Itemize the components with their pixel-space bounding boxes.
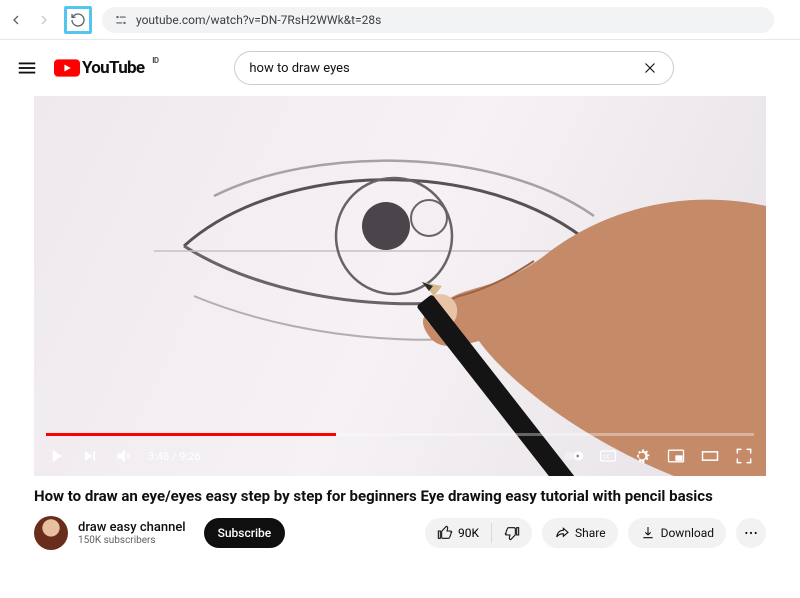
address-bar[interactable]: youtube.com/watch?v=DN-7RsH2WWk&t=28s xyxy=(102,7,774,33)
channel-avatar[interactable] xyxy=(34,516,68,550)
youtube-header: YouTubeID xyxy=(0,40,800,96)
thumbs-up-icon xyxy=(437,525,453,541)
url-text: youtube.com/watch?v=DN-7RsH2WWk&t=28s xyxy=(136,13,762,27)
volume-icon[interactable] xyxy=(114,446,134,466)
channel-name: draw easy channel xyxy=(78,520,186,535)
channel-subscribers: 150K subscribers xyxy=(78,535,186,546)
video-player[interactable]: 3:48 / 9:26 CC xyxy=(34,96,766,476)
settings-icon[interactable] xyxy=(632,446,652,466)
youtube-logo[interactable]: YouTubeID xyxy=(54,58,144,78)
thumbs-down-icon xyxy=(504,525,520,541)
channel-info[interactable]: draw easy channel 150K subscribers xyxy=(78,520,186,546)
video-meta: How to draw an eye/eyes easy step by ste… xyxy=(0,476,800,550)
like-count: 90K xyxy=(458,526,479,540)
player-controls: 3:48 / 9:26 CC xyxy=(34,433,766,476)
youtube-play-icon xyxy=(54,59,80,77)
more-icon xyxy=(743,525,759,541)
video-player-container: 3:48 / 9:26 CC xyxy=(0,96,800,476)
svg-text:CC: CC xyxy=(603,455,611,461)
browser-toolbar: youtube.com/watch?v=DN-7RsH2WWk&t=28s xyxy=(0,0,800,40)
miniplayer-icon[interactable] xyxy=(666,446,686,466)
reload-icon[interactable] xyxy=(64,6,92,34)
hamburger-icon[interactable] xyxy=(16,57,38,79)
video-surface xyxy=(34,96,766,476)
dislike-button[interactable] xyxy=(492,518,532,548)
subscribe-button[interactable]: Subscribe xyxy=(204,518,286,548)
youtube-wordmark: YouTubeID xyxy=(82,58,144,78)
next-icon[interactable] xyxy=(80,446,100,466)
theater-icon[interactable] xyxy=(700,446,720,466)
more-actions-button[interactable] xyxy=(736,518,766,548)
video-title: How to draw an eye/eyes easy step by ste… xyxy=(34,486,766,506)
share-icon xyxy=(554,525,570,541)
progress-fill xyxy=(46,433,336,436)
download-button[interactable]: Download xyxy=(628,518,726,548)
site-settings-icon[interactable] xyxy=(114,13,128,27)
download-label: Download xyxy=(661,526,714,540)
share-button[interactable]: Share xyxy=(542,518,618,548)
fullscreen-icon[interactable] xyxy=(734,446,754,466)
search-box[interactable] xyxy=(234,51,674,85)
search-input[interactable] xyxy=(249,61,641,76)
share-label: Share xyxy=(575,526,606,540)
browser-nav xyxy=(8,6,92,34)
time-display: 3:48 / 9:26 xyxy=(148,450,200,463)
back-icon[interactable] xyxy=(8,12,24,28)
download-icon xyxy=(640,525,656,541)
progress-bar[interactable] xyxy=(46,433,754,436)
like-button[interactable]: 90K xyxy=(425,518,491,548)
like-dislike-group: 90K xyxy=(425,518,532,548)
autoplay-toggle-icon[interactable] xyxy=(564,446,584,466)
captions-icon[interactable]: CC xyxy=(598,446,618,466)
play-icon[interactable] xyxy=(46,446,66,466)
video-frame-drawing xyxy=(34,96,766,476)
clear-search-icon[interactable] xyxy=(641,59,659,77)
forward-icon[interactable] xyxy=(36,12,52,28)
